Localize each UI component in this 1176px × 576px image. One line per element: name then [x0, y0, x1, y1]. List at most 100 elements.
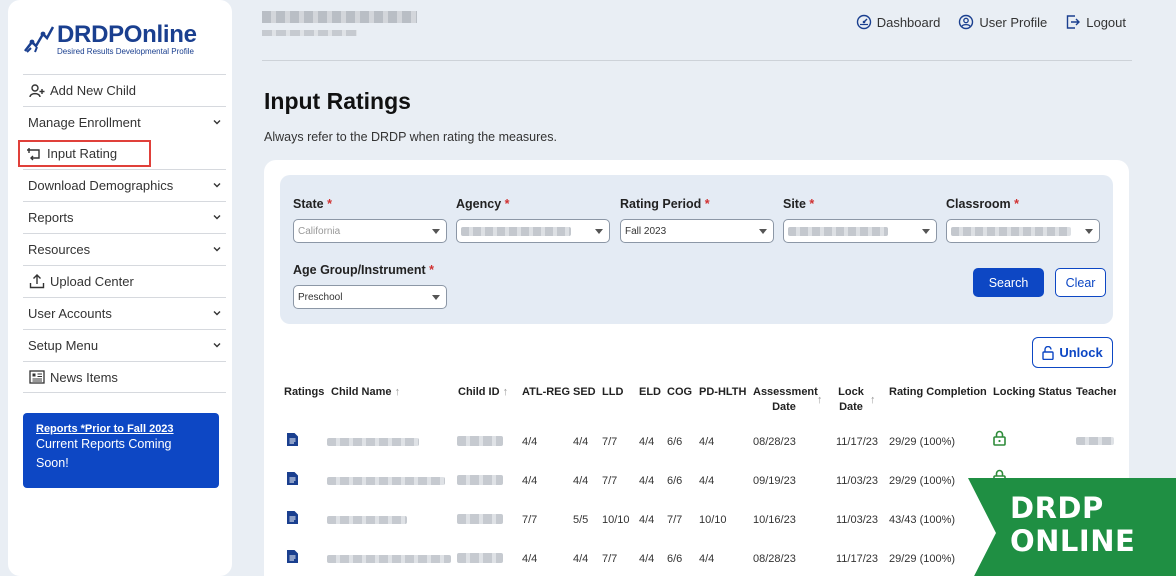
rating-period-label: Rating Period: [620, 197, 702, 211]
required-mark: *: [504, 197, 510, 211]
user-profile-icon: [959, 14, 974, 30]
drdp-logo[interactable]: DRDPOnline Desired Results Developmental…: [23, 22, 197, 56]
cell-cog: 6/6: [667, 553, 683, 565]
document-icon[interactable]: [286, 510, 299, 525]
chevron-down-icon: [213, 183, 221, 188]
child-id-redacted: [457, 514, 503, 524]
user-profile-link[interactable]: User Profile: [958, 14, 1047, 30]
filter-panel: State * California Agency * Rating Perio…: [280, 175, 1113, 324]
classroom-field: Classroom *: [946, 197, 1100, 243]
age-group-value: Preschool: [298, 291, 343, 303]
sidebar-item-label: User Accounts: [28, 306, 112, 321]
caret-down-icon: [1085, 229, 1093, 234]
col-header-locking-status: Locking Status: [993, 386, 1072, 398]
sidebar: DRDPOnline Desired Results Developmental…: [8, 0, 232, 576]
col-header-lld: LLD: [602, 386, 624, 398]
col-header-child-id[interactable]: Child ID ↑: [458, 385, 508, 400]
search-button[interactable]: Search: [973, 268, 1044, 297]
cell-pd-hlth: 4/4: [699, 475, 715, 487]
cell-assessment-date: 08/28/23: [753, 553, 796, 565]
required-mark: *: [809, 197, 815, 211]
logo-mark-icon: [24, 26, 55, 53]
site-value-redacted: [788, 226, 888, 236]
child-name-redacted: [327, 555, 451, 563]
cell-assessment-date: 08/28/23: [753, 436, 796, 448]
sidebar-item-setup-menu[interactable]: Setup Menu: [23, 329, 226, 361]
sidebar-item-user-accounts[interactable]: User Accounts: [23, 297, 226, 329]
col-header-lock-date[interactable]: Lock Date: [838, 385, 864, 415]
sidebar-item-upload-center[interactable]: Upload Center: [23, 265, 226, 297]
logo-subtitle: Desired Results Developmental Profile: [57, 47, 194, 56]
child-name-redacted: [327, 477, 445, 485]
cell-atl-reg: 4/4: [522, 553, 538, 565]
caret-down-icon: [595, 229, 603, 234]
age-group-select[interactable]: Preschool: [293, 285, 447, 309]
cell-sed: 4/4: [573, 475, 589, 487]
child-id-redacted: [457, 553, 503, 563]
col-header-label: Date: [772, 401, 796, 413]
sidebar-item-label: Add New Child: [50, 83, 136, 98]
unlock-label: Unlock: [1059, 345, 1103, 360]
sort-arrow-icon: ↑: [394, 386, 401, 398]
badge-line-1: DRDP: [1010, 491, 1104, 525]
rating-period-value: Fall 2023: [625, 225, 667, 237]
sort-arrow-icon: ↑: [817, 394, 823, 406]
col-header-assessment-date[interactable]: Assessment Date: [753, 385, 818, 415]
promo-text: Current Reports Coming Soon!: [36, 437, 172, 470]
document-icon[interactable]: [286, 471, 299, 486]
rating-period-select[interactable]: Fall 2023: [620, 219, 774, 243]
required-mark: *: [704, 197, 710, 211]
logout-label: Logout: [1086, 14, 1126, 30]
dashboard-link[interactable]: Dashboard: [856, 14, 940, 30]
logo-title: DRDPOnline: [57, 21, 197, 48]
col-header-label: Date: [839, 401, 863, 413]
cell-lock-date: 11/03/23: [836, 475, 879, 487]
sidebar-item-reports[interactable]: Reports: [23, 201, 226, 233]
sidebar-item-label: Resources: [28, 242, 91, 257]
agency-select[interactable]: [456, 219, 610, 243]
col-header-rating-completion: Rating Completion: [889, 386, 987, 398]
col-header-sed: SED: [573, 386, 596, 398]
reports-prior-link[interactable]: Reports *Prior to Fall 2023: [36, 423, 206, 435]
unlock-button[interactable]: Unlock: [1032, 337, 1113, 368]
cell-eld: 4/4: [639, 475, 655, 487]
sort-arrow-icon: ↑: [870, 394, 876, 406]
classroom-label: Classroom: [946, 197, 1011, 211]
col-header-cog: COG: [667, 386, 693, 398]
sidebar-item-download-demographics[interactable]: Download Demographics: [23, 169, 226, 201]
age-group-label: Age Group/Instrument: [293, 263, 426, 277]
cell-cog: 6/6: [667, 436, 683, 448]
cell-rating-completion: 29/29 (100%): [889, 553, 956, 565]
sidebar-item-label: Setup Menu: [28, 338, 99, 353]
sidebar-item-label: Input Rating: [47, 146, 118, 161]
site-select[interactable]: [783, 219, 937, 243]
sidebar-item-news-items[interactable]: News Items: [23, 361, 226, 393]
state-select[interactable]: California: [293, 219, 447, 243]
cell-rating-completion: 43/43 (100%): [889, 514, 956, 526]
col-header-child-name[interactable]: Child Name ↑: [331, 385, 400, 400]
input-rating-icon: [25, 146, 43, 162]
classroom-select[interactable]: [946, 219, 1100, 243]
rating-period-field: Rating Period * Fall 2023: [620, 197, 774, 243]
state-value: California: [298, 225, 341, 237]
document-icon[interactable]: [286, 432, 299, 447]
col-header-eld: ELD: [639, 386, 661, 398]
sidebar-item-manage-enrollment[interactable]: Manage Enrollment: [23, 106, 226, 138]
caret-down-icon: [432, 229, 440, 234]
sidebar-item-resources[interactable]: Resources: [23, 233, 226, 265]
site-label: Site: [783, 197, 806, 211]
teacher-redacted: [1076, 437, 1114, 445]
document-icon[interactable]: [286, 549, 299, 564]
sidebar-item-add-new-child[interactable]: Add New Child: [23, 74, 226, 106]
col-header-teacher: Teacher: [1076, 386, 1116, 398]
logout-link[interactable]: Logout: [1065, 14, 1126, 30]
child-id-redacted: [457, 436, 503, 446]
unlock-icon: [1042, 345, 1055, 360]
cell-assessment-date: 10/16/23: [753, 514, 796, 526]
cell-sed: 5/5: [573, 514, 589, 526]
clear-button[interactable]: Clear: [1055, 268, 1106, 297]
sidebar-item-input-rating[interactable]: Input Rating: [18, 140, 151, 167]
caret-down-icon: [432, 295, 440, 300]
age-group-field: Age Group/Instrument * Preschool: [293, 263, 447, 309]
cell-atl-reg: 7/7: [522, 514, 538, 526]
